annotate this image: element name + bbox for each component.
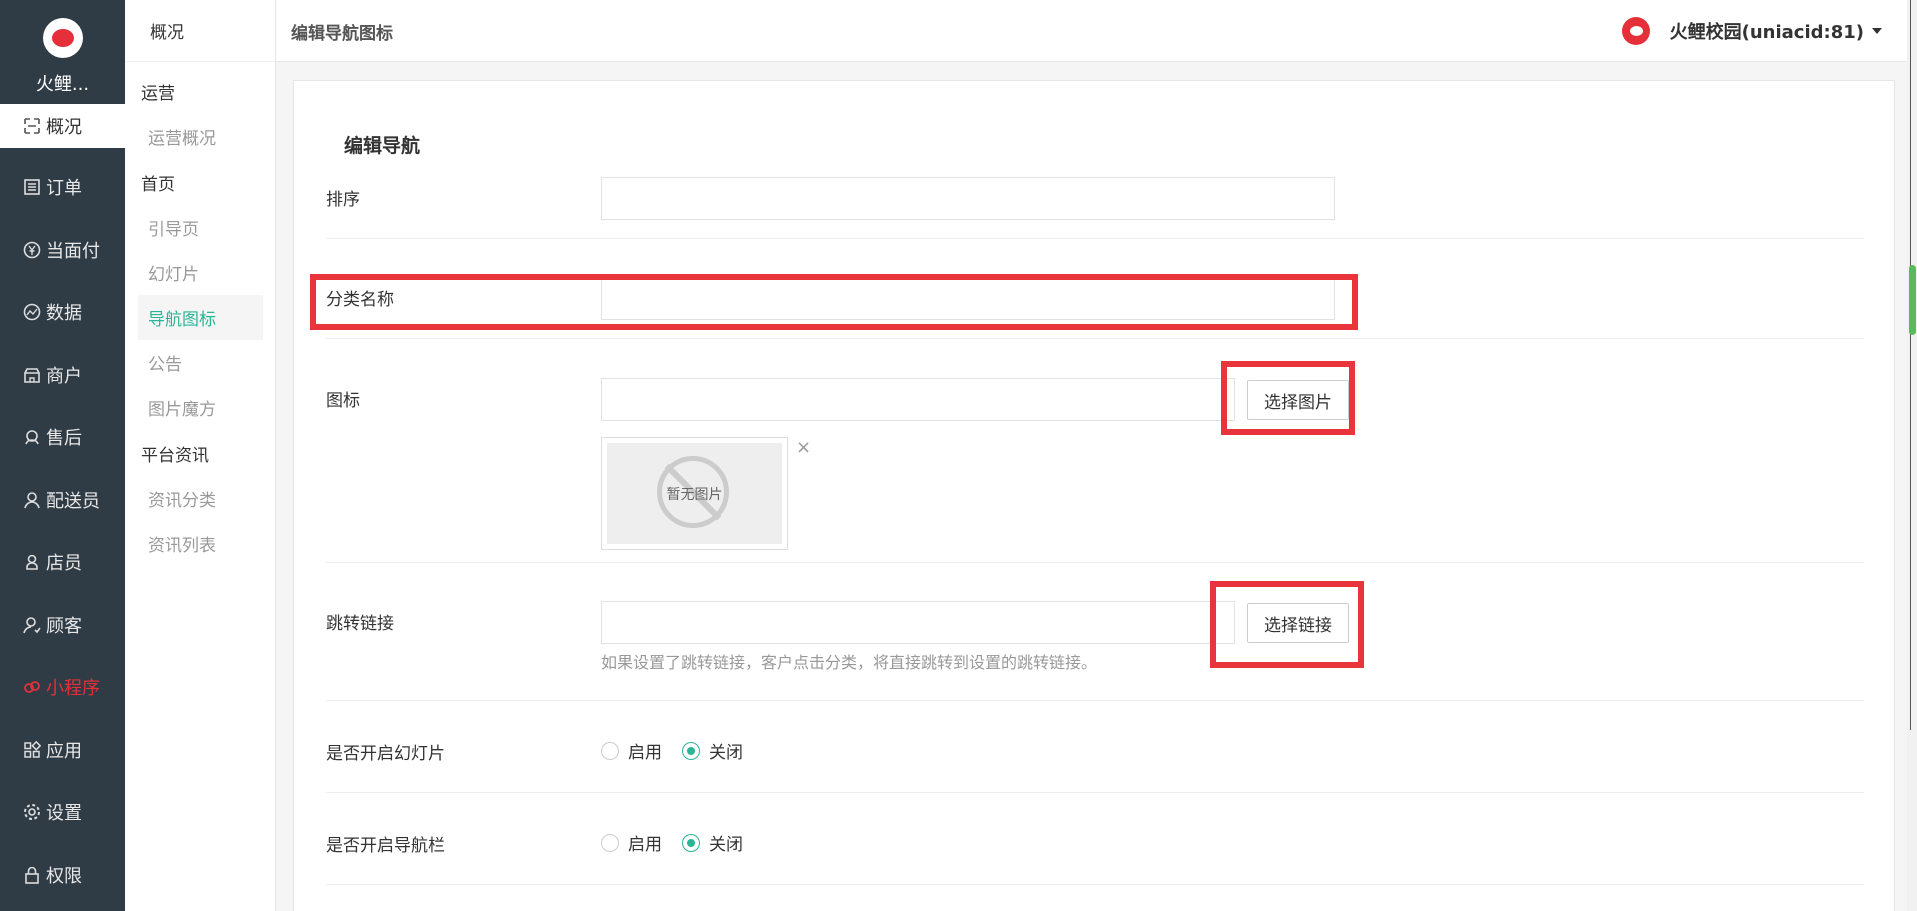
sidebar-item-apps[interactable]: 应用 — [0, 719, 125, 782]
sidebar-item-settings[interactable]: 设置 — [0, 781, 125, 844]
slide-enable-label[interactable]: 启用 — [628, 738, 662, 763]
link-input[interactable] — [601, 601, 1235, 644]
caret-down-icon — [1872, 28, 1882, 34]
chart-icon — [22, 302, 42, 322]
sidebar-item-data[interactable]: 数据 — [0, 281, 125, 344]
highlight-box-image — [1221, 361, 1355, 435]
account-logo-icon — [1621, 17, 1650, 45]
form-row-icon: 图标 选择图片 暂无图片 × — [326, 339, 1864, 563]
sidebar-item-label: 权限 — [46, 865, 82, 887]
navbar-enable-label[interactable]: 启用 — [628, 830, 662, 855]
sidebar-item-label: 店员 — [46, 553, 82, 575]
scroll-thumb[interactable] — [1909, 265, 1916, 335]
subnav-item-image-cube[interactable]: 图片魔方 — [138, 385, 263, 430]
navbar-disable-label[interactable]: 关闭 — [709, 830, 743, 855]
subnav-group-title: 运营 — [141, 83, 175, 104]
sidebar-item-overview[interactable]: 概况 — [0, 104, 125, 148]
apps-icon — [22, 740, 42, 760]
sidebar-item-label: 数据 — [46, 303, 82, 325]
sidebar-item-label: 售后 — [46, 428, 82, 450]
yuan-icon — [22, 240, 42, 260]
sidebar-item-permission[interactable]: 权限 — [0, 844, 125, 907]
image-placeholder: 暂无图片 — [607, 443, 782, 544]
navbar-radio-group: 启用 关闭 — [601, 830, 763, 855]
sidebar-item-label: 订单 — [46, 178, 82, 200]
scroll-track — [1910, 0, 1911, 730]
page-title: 编辑导航图标 — [291, 24, 393, 44]
edit-form-card: 编辑导航 排序 分类名称 图标 选择图片 暂无图片 × 跳转链接 选择链接 如果… — [293, 80, 1895, 911]
miniapp-icon — [22, 677, 42, 697]
form-row-sort: 排序 — [326, 159, 1864, 239]
close-icon[interactable]: × — [796, 437, 811, 458]
sidebar-item-label: 设置 — [46, 803, 82, 825]
sidebar-item-merchant[interactable]: 商户 — [0, 344, 125, 407]
highlight-box-link — [1210, 581, 1364, 668]
icon-url-input[interactable] — [601, 378, 1235, 421]
staff-icon — [22, 552, 42, 572]
sidebar-item-label: 小程序 — [46, 678, 100, 700]
slide-disable-label[interactable]: 关闭 — [709, 738, 743, 763]
sidebar-item-label: 概况 — [46, 117, 82, 138]
subnav-item-slides[interactable]: 幻灯片 — [138, 250, 263, 295]
subnav-group-title: 首页 — [141, 174, 175, 195]
subnav-head[interactable]: 概况 — [125, 0, 275, 62]
brand-name: 火鲤... — [35, 74, 90, 95]
subnav-item-news-category[interactable]: 资讯分类 — [138, 476, 263, 521]
sidebar-item-customer[interactable]: 顾客 — [0, 594, 125, 657]
highlight-box-name — [310, 274, 1358, 330]
topbar: 编辑导航图标 火鲤校园(uniacid:81) — [276, 0, 1917, 62]
store-icon — [22, 365, 42, 385]
form-row-slide: 是否开启幻灯片 启用 关闭 — [326, 701, 1864, 793]
navbar-label: 是否开启导航栏 — [326, 836, 445, 856]
navbar-disable-radio[interactable] — [682, 833, 700, 852]
sidebar-item-miniapp[interactable]: 小程序 — [0, 656, 125, 719]
subnav-item-ops-overview[interactable]: 运营概况 — [138, 114, 263, 159]
slide-enable-radio[interactable] — [601, 741, 619, 760]
subnav-group-title: 平台资讯 — [141, 445, 209, 466]
no-image-text: 暂无图片 — [666, 487, 723, 503]
image-preview: 暂无图片 — [601, 437, 788, 550]
link-label: 跳转链接 — [326, 614, 394, 634]
sidebar-item-label: 配送员 — [46, 490, 100, 512]
subnav-item-notice[interactable]: 公告 — [138, 340, 263, 385]
sidebar-item-staff[interactable]: 店员 — [0, 531, 125, 594]
form-row-navbar: 是否开启导航栏 启用 关闭 — [326, 793, 1864, 885]
sidebar-item-aftersale[interactable]: 售后 — [0, 406, 125, 469]
sort-input[interactable] — [601, 177, 1335, 220]
user-name: 火鲤校园(uniacid:81) — [1669, 22, 1864, 43]
brand[interactable]: 火鲤... — [0, 0, 125, 104]
sidebar-item-courier[interactable]: 配送员 — [0, 469, 125, 532]
main-sidebar: 火鲤... 概况 订单 当面付 数据 商户 售后 配送员 店员 顾客 小程序 应… — [0, 0, 125, 911]
sort-label: 排序 — [326, 190, 360, 210]
customer-icon — [22, 615, 42, 635]
lock-icon — [22, 865, 42, 885]
headset-icon — [22, 427, 42, 447]
user-icon — [22, 490, 42, 510]
sidebar-item-order[interactable]: 订单 — [0, 156, 125, 219]
page-scrollbar[interactable] — [1907, 0, 1917, 911]
subnav-item-nav-icons[interactable]: 导航图标 — [138, 295, 263, 340]
slide-label: 是否开启幻灯片 — [326, 744, 445, 764]
order-icon — [22, 177, 42, 197]
icon-label: 图标 — [326, 391, 360, 411]
sidebar-item-facepay[interactable]: 当面付 — [0, 219, 125, 282]
form-title: 编辑导航 — [344, 135, 421, 157]
secondary-nav: 概况 运营 运营概况 首页 引导页 幻灯片 导航图标 公告 图片魔方 平台资讯 … — [125, 0, 276, 911]
subnav-item-guide[interactable]: 引导页 — [138, 205, 263, 250]
slide-disable-radio[interactable] — [682, 741, 700, 760]
sidebar-item-label: 当面付 — [46, 240, 100, 262]
user-menu[interactable]: 火鲤校园(uniacid:81) — [1621, 17, 1882, 45]
subnav-item-news-list[interactable]: 资讯列表 — [138, 521, 263, 566]
overview-icon — [22, 116, 42, 136]
brand-logo — [42, 18, 83, 58]
sidebar-item-label: 顾客 — [46, 615, 82, 637]
sidebar-item-label: 应用 — [46, 740, 82, 762]
navbar-enable-radio[interactable] — [601, 833, 619, 852]
slide-radio-group: 启用 关闭 — [601, 738, 763, 763]
link-help-text: 如果设置了跳转链接，客户点击分类，将直接跳转到设置的跳转链接。 — [601, 653, 1098, 672]
sidebar-item-label: 商户 — [46, 365, 82, 387]
form-row-link: 跳转链接 选择链接 如果设置了跳转链接，客户点击分类，将直接跳转到设置的跳转链接… — [326, 563, 1864, 701]
gear-icon — [22, 802, 42, 822]
